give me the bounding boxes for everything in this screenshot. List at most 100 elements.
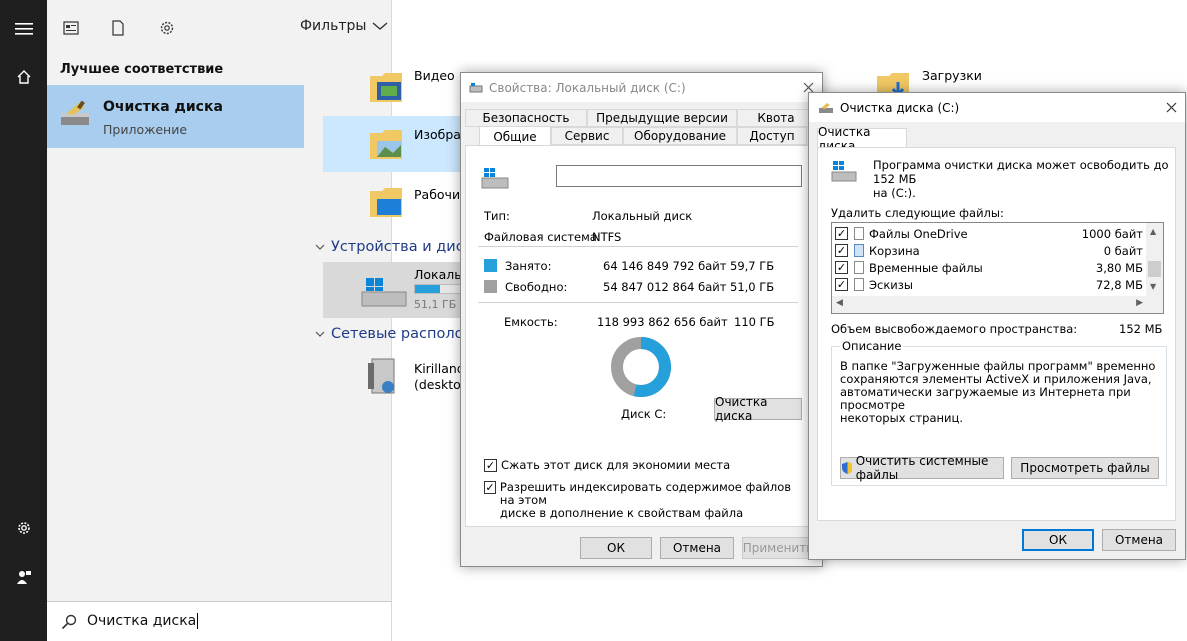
properties-dialog: Свойства: Локальный диск (C:) Безопаснос…: [460, 72, 823, 567]
description-group: Описание В папке "Загруженные файлы прог…: [831, 339, 1167, 486]
search-input[interactable]: Очистка диска: [87, 613, 199, 629]
uac-shield-icon: [842, 462, 852, 474]
ok-button[interactable]: ОК: [580, 537, 652, 559]
file-category-name: Корзина: [869, 243, 920, 258]
cleanup-tab-panel: Программа очистки диска может освободить…: [817, 147, 1176, 521]
file-checkbox[interactable]: ✓: [835, 244, 848, 257]
type-label: Тип:: [484, 209, 510, 223]
description-text: В папке "Загруженные файлы программ" вре…: [840, 359, 1156, 425]
file-category-size: 3,80 МБ: [1095, 260, 1143, 275]
files-list[interactable]: ✓ Файлы OneDrive 1000 байт ✓ Корзина 0 байт ✓ В…: [831, 222, 1164, 314]
tab-general[interactable]: Общие: [479, 126, 551, 147]
tab-quota[interactable]: Квота: [737, 109, 815, 127]
documents-icon[interactable]: [106, 16, 130, 40]
folder-label-videos[interactable]: Видео: [414, 68, 455, 83]
free-label: Свободно:: [505, 280, 568, 294]
properties-title-bar[interactable]: Свойства: Локальный диск (C:): [461, 73, 822, 102]
search-icon: [61, 614, 77, 630]
free-color-swatch: [484, 280, 497, 293]
chevron-down-icon: [372, 22, 388, 30]
pictures-folder-icon[interactable]: [369, 125, 403, 159]
local-disk-drive-icon[interactable]: [360, 276, 410, 312]
cleanup-intro: Программа очистки диска может освободить…: [873, 158, 1169, 200]
free-size: 51,0 ГБ: [730, 280, 775, 294]
tab-disk-cleanup[interactable]: Очистка диска: [817, 125, 907, 153]
cleanup-title: Очистка диска (C:): [840, 100, 960, 115]
disk-cleanup-button[interactable]: Очистка диска: [714, 395, 802, 423]
tab-security[interactable]: Безопасность: [465, 109, 587, 127]
devices-group-header[interactable]: Устройства и диски: [315, 239, 482, 255]
cleanup-ok-button[interactable]: ОК: [1022, 529, 1094, 551]
recycle-bin-icon: [854, 244, 864, 257]
type-value: Локальный диск: [592, 209, 693, 223]
tab-hardware[interactable]: Оборудование: [623, 127, 737, 145]
file-category-size: 0 байт: [1103, 243, 1143, 258]
chevron-down-icon: [315, 244, 325, 250]
best-match-name: Очистка диска: [103, 99, 223, 115]
settings-filter-icon[interactable]: [155, 16, 179, 40]
vertical-scrollbar[interactable]: ▲ ▼: [1146, 223, 1163, 296]
index-checkbox[interactable]: ✓: [484, 481, 496, 494]
cleanup-title-bar[interactable]: Очистка диска (C:): [809, 93, 1185, 122]
best-match-heading: Лучшее соответствие: [60, 62, 224, 77]
settings-gear-icon[interactable]: [0, 508, 47, 548]
disk-cleanup-dialog: Очистка диска (C:) Очистка диска Програм…: [808, 92, 1186, 560]
apply-button[interactable]: Применить: [742, 537, 814, 559]
drive-icon: [469, 82, 483, 92]
horizontal-scrollbar[interactable]: ◀ ▶: [832, 296, 1163, 313]
close-icon[interactable]: [1166, 102, 1177, 113]
view-files-button[interactable]: Просмотреть файлы: [1011, 457, 1159, 479]
filters-dropdown[interactable]: Фильтры: [300, 18, 388, 34]
network-group-header[interactable]: Сетевые располож: [315, 326, 477, 342]
divider: [478, 302, 798, 303]
tab-sharing[interactable]: Доступ: [737, 127, 807, 145]
local-disk-free-text: 51,1 ГБ с: [414, 298, 466, 311]
hamburger-menu-icon[interactable]: [0, 9, 47, 49]
disk-name-label: Диск С:: [621, 407, 667, 421]
used-bytes: 64 146 849 792 байт: [603, 259, 727, 273]
volume-label-input[interactable]: [556, 165, 802, 187]
videos-folder-icon[interactable]: [369, 68, 403, 102]
home-icon[interactable]: [0, 57, 47, 97]
capacity-bytes: 118 993 862 656 байт: [597, 315, 728, 329]
cleanup-cancel-button[interactable]: Отмена: [1102, 529, 1176, 551]
capacity-label: Емкость:: [504, 315, 558, 329]
used-color-swatch: [484, 259, 497, 272]
tab-previous-versions[interactable]: Предыдущие версии: [587, 109, 737, 127]
list-item[interactable]: ✓ Корзина 0 байт: [832, 242, 1147, 259]
start-rail: [0, 0, 47, 641]
compress-checkbox[interactable]: ✓: [484, 458, 497, 472]
scrollbar-thumb[interactable]: [1148, 261, 1161, 277]
list-item[interactable]: ✓ Временные файлы 3,80 МБ: [832, 259, 1147, 276]
list-item[interactable]: ✓ Эскизы 72,8 МБ: [832, 276, 1147, 293]
file-checkbox[interactable]: ✓: [835, 227, 848, 240]
index-option[interactable]: ✓ Разрешить индексировать содержимое фай…: [484, 481, 808, 520]
desktop-folder-icon[interactable]: [369, 183, 403, 217]
disk-cleanup-app-icon: [61, 100, 89, 125]
drive-icon: [831, 161, 857, 182]
file-icon: [854, 278, 864, 291]
best-match-result[interactable]: Очистка диска Приложение: [47, 85, 304, 148]
feedback-person-icon[interactable]: [0, 557, 47, 597]
local-disk-usage-bar: [414, 284, 462, 294]
description-heading: Описание: [840, 339, 904, 353]
used-size: 59,7 ГБ: [730, 259, 775, 273]
network-drive-icon[interactable]: [366, 355, 402, 399]
file-checkbox[interactable]: ✓: [835, 261, 848, 274]
compress-option[interactable]: ✓ Сжать этот диск для экономии места: [484, 458, 730, 472]
file-category-name: Эскизы: [869, 277, 913, 292]
fs-label: Файловая система:: [484, 230, 601, 244]
filters-label: Фильтры: [300, 18, 367, 34]
folder-label-downloads[interactable]: Загрузки: [922, 68, 982, 83]
tab-service[interactable]: Сервис: [551, 127, 623, 145]
best-match-type: Приложение: [103, 122, 188, 137]
cancel-button[interactable]: Отмена: [660, 537, 734, 559]
all-results-icon[interactable]: [59, 16, 83, 40]
file-checkbox[interactable]: ✓: [835, 278, 848, 291]
properties-title: Свойства: Локальный диск (C:): [489, 80, 686, 95]
list-item[interactable]: ✓ Файлы OneDrive 1000 байт: [832, 225, 1147, 242]
clean-system-files-button[interactable]: Очистить системные файлы: [840, 454, 1004, 482]
chevron-down-icon: [315, 331, 325, 337]
search-box[interactable]: Очистка диска: [47, 601, 391, 641]
total-space-value: 152 МБ: [1119, 322, 1163, 336]
